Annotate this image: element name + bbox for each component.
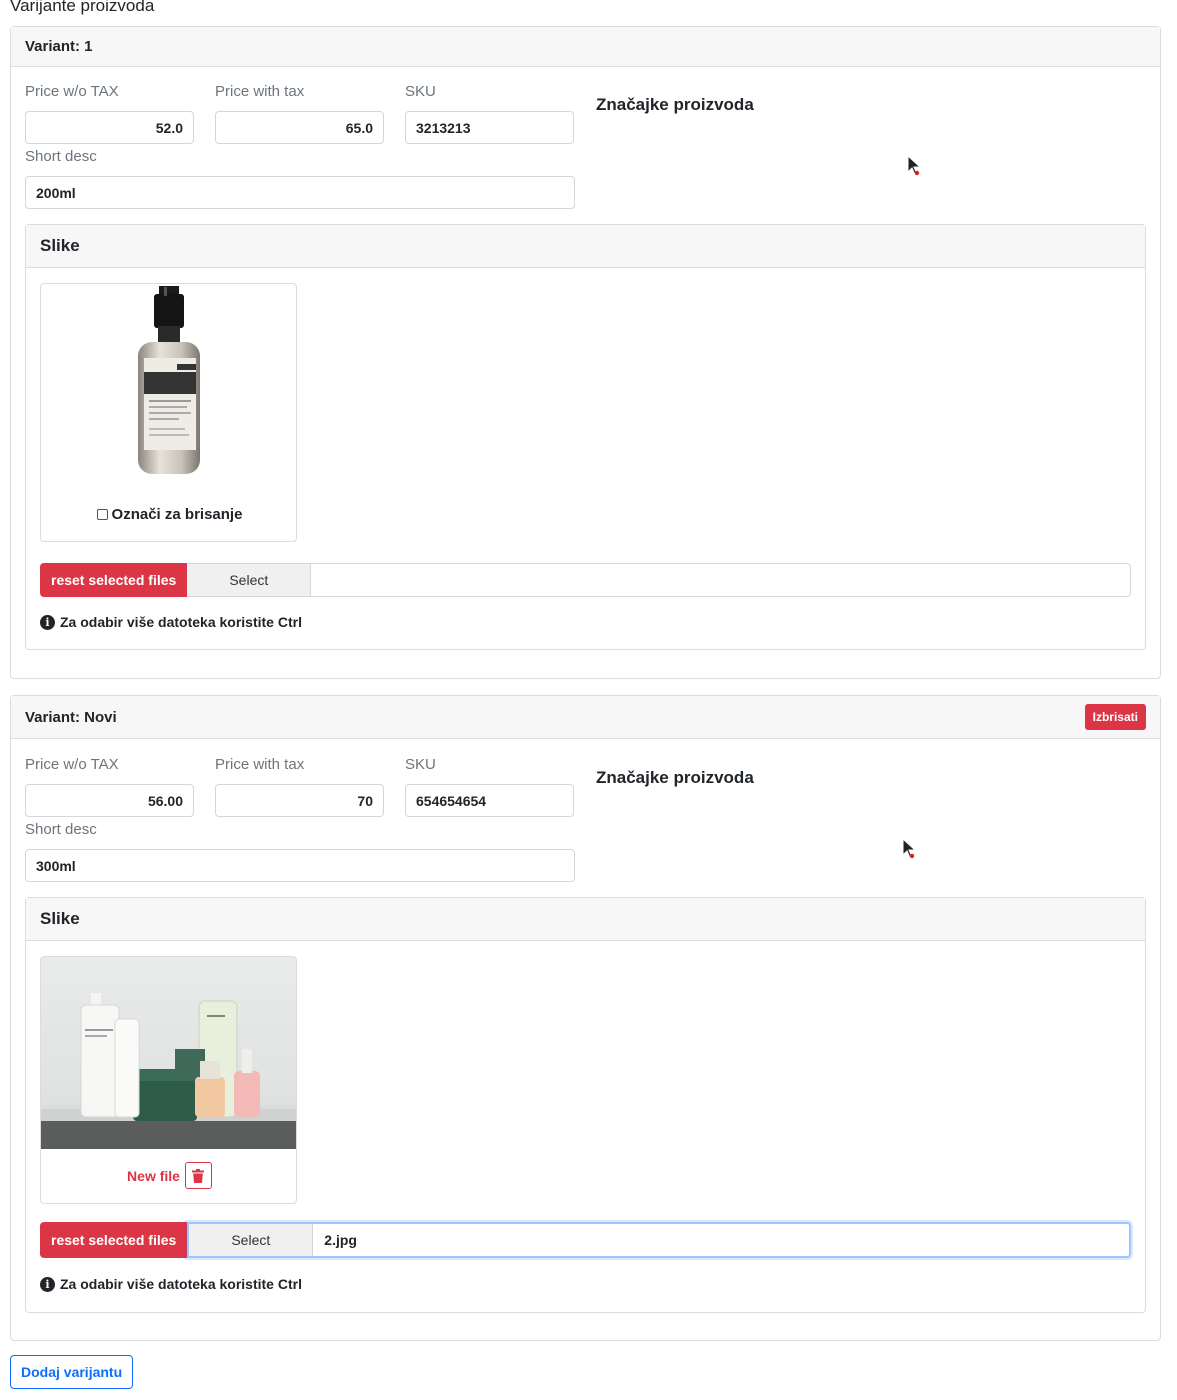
selected-file-name: 2.jpg [324, 1232, 357, 1248]
images-title: Slike [26, 225, 1145, 268]
product-bottle-image [138, 286, 200, 474]
price-with-tax-input[interactable]: 65.0 [215, 111, 384, 144]
image-thumbnail: New file [40, 956, 297, 1204]
reset-files-button[interactable]: reset selected files [40, 563, 188, 597]
variant-title: Variant: 1 [25, 38, 93, 55]
delete-checkbox[interactable] [96, 509, 108, 520]
sku-label: SKU [405, 83, 436, 100]
image-thumbnail: Označi za brisanje [40, 283, 297, 542]
images-card: Slike [25, 897, 1146, 1313]
short-desc-label: Short desc [25, 821, 97, 838]
file-input-row: reset selected files Select 2.jpg [40, 1222, 1131, 1258]
price-with-tax-label: Price with tax [215, 756, 305, 773]
hint-text: Za odabir više datoteka koristite Ctrl [60, 614, 302, 630]
features-title: Značajke proizvoda [596, 95, 754, 114]
short-desc-label: Short desc [25, 148, 97, 165]
variant-title: Variant: Novi [25, 708, 117, 726]
reset-files-button[interactable]: reset selected files [40, 1222, 188, 1258]
cursor-icon [907, 155, 922, 176]
price-with-tax-label: Price with tax [215, 83, 305, 100]
images-title: Slike [26, 898, 1145, 941]
selected-file-name [311, 564, 322, 596]
select-file-button[interactable]: Select [189, 1224, 314, 1256]
new-file-label: New file [127, 1167, 180, 1184]
info-icon: i [40, 1276, 55, 1292]
trash-button[interactable] [184, 1162, 212, 1189]
features-title: Značajke proizvoda [596, 768, 754, 787]
variant-card-1: Variant: 1 Price w/o TAX 52.0 Price with… [10, 26, 1161, 679]
variant-card-2: Variant: Novi Izbrisati Price w/o TAX 56… [10, 695, 1161, 1341]
file-input[interactable]: Select 2.jpg [187, 1222, 1131, 1258]
images-card: Slike [25, 224, 1146, 650]
product-set-image [41, 957, 296, 1149]
price-wo-tax-label: Price w/o TAX [25, 756, 119, 773]
variant-header: Variant: Novi Izbrisati [11, 696, 1160, 739]
delete-variant-button[interactable]: Izbrisati [1084, 704, 1146, 730]
short-desc-input[interactable]: 300ml [25, 849, 575, 882]
price-wo-tax-label: Price w/o TAX [25, 83, 119, 100]
sku-input[interactable]: 654654654 [405, 784, 574, 817]
delete-mark-row: Označi za brisanje [41, 506, 296, 523]
info-icon: i [40, 614, 55, 630]
add-variant-button[interactable]: Dodaj varijantu [10, 1355, 134, 1389]
delete-checkbox-label[interactable]: Označi za brisanje [112, 506, 243, 523]
select-file-button[interactable]: Select [187, 564, 312, 596]
cursor-icon [902, 838, 917, 859]
variant-header: Variant: 1 [11, 27, 1160, 67]
sku-input[interactable]: 3213213 [405, 111, 574, 144]
multi-select-hint: i Za odabir više datoteka koristite Ctrl [40, 1276, 302, 1292]
multi-select-hint: i Za odabir više datoteka koristite Ctrl [40, 614, 302, 630]
file-input-row: reset selected files Select [40, 563, 1131, 597]
file-input[interactable]: Select [187, 563, 1131, 597]
hint-text: Za odabir više datoteka koristite Ctrl [60, 1276, 302, 1292]
sku-label: SKU [405, 756, 436, 773]
price-wo-tax-input[interactable]: 56.00 [25, 784, 194, 817]
short-desc-input[interactable]: 200ml [25, 176, 575, 209]
price-wo-tax-input[interactable]: 52.0 [25, 111, 194, 144]
new-file-row: New file [41, 1162, 296, 1189]
trash-icon [192, 1168, 205, 1183]
price-with-tax-input[interactable]: 70 [215, 784, 384, 817]
section-title: Varijante proizvoda [10, 0, 155, 15]
